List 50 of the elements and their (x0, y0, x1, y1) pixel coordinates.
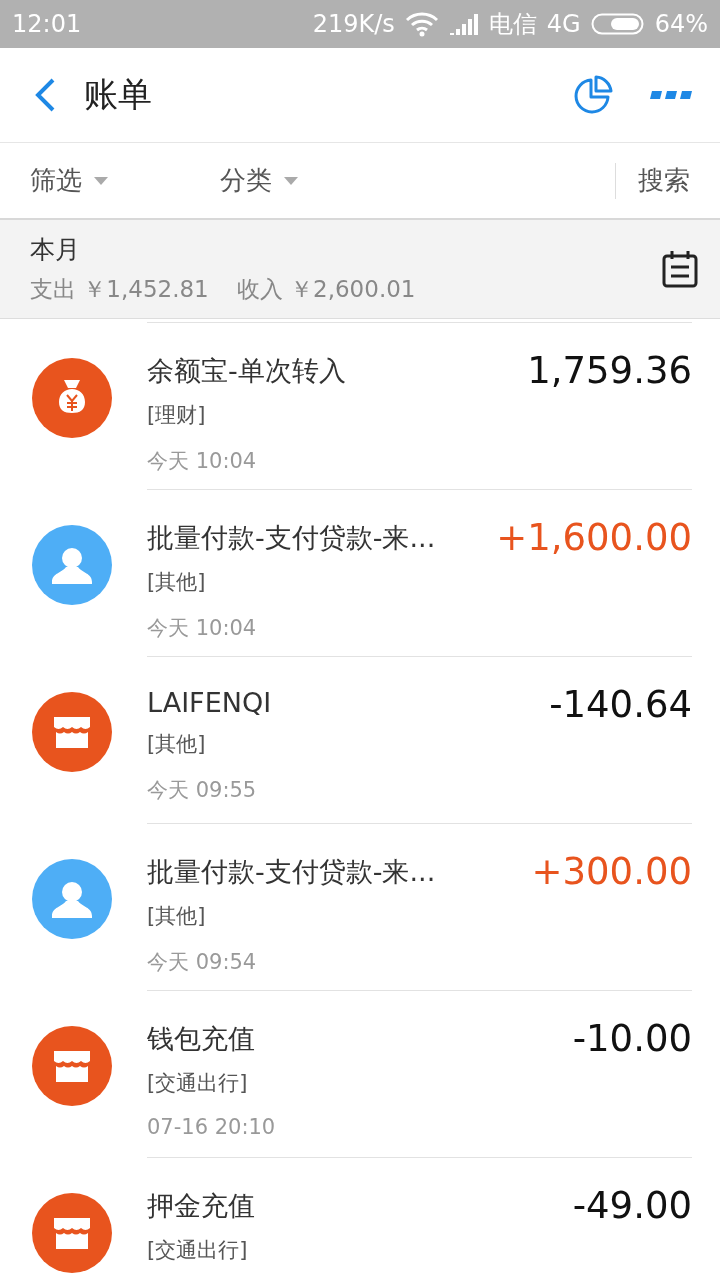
transaction-time: 今天 09:55 (147, 777, 258, 804)
transaction-title[interactable]: 余额宝-单次转入 (147, 353, 528, 389)
expense-total: 支出 ￥1,452.81 (30, 275, 209, 304)
transaction-amount: -49.00 (572, 1183, 692, 1229)
transaction-category: [其他] (147, 731, 207, 758)
period-label: 本月 (30, 234, 81, 266)
transaction-time: 今天 09:54 (147, 949, 258, 976)
transaction-amount: +1,600.00 (496, 515, 692, 561)
income-total: 收入 ￥2,600.01 (236, 275, 416, 304)
more-icon[interactable] (650, 90, 692, 100)
transaction-title[interactable]: 批量付款-支付贷款-来... (147, 520, 497, 556)
caret-icon (94, 176, 108, 185)
transaction-title[interactable]: LAIFENQI (147, 687, 550, 718)
filter-dropdown[interactable]: 筛选 (30, 163, 190, 198)
transaction-category: [交通出行] (147, 1070, 249, 1097)
signal-icon (448, 13, 479, 35)
transaction-time: 07-16 20:10 (147, 1115, 277, 1139)
transaction-title[interactable]: 钱包充值 (147, 1021, 573, 1057)
store-icon (32, 1193, 112, 1273)
battery-icon (590, 12, 645, 36)
transaction-category: [交通出行] (147, 1237, 249, 1264)
transaction-category: [理财] (147, 402, 207, 429)
transaction-amount: +300.00 (531, 849, 692, 895)
transaction-amount: 1,759.36 (527, 348, 692, 394)
transaction-title[interactable]: 押金充值 (147, 1188, 573, 1224)
person-icon (32, 859, 112, 939)
transaction-time: 今天 10:04 (147, 615, 258, 642)
wifi-icon (404, 11, 439, 37)
search-button[interactable]: 搜索 (615, 162, 720, 199)
battery-level: 64% (654, 10, 708, 38)
page-title: 账单 (84, 73, 153, 116)
filter-dropdown[interactable]: 分类 (220, 163, 380, 198)
person-icon (32, 525, 112, 605)
transaction-category: [其他] (147, 569, 207, 596)
back-icon[interactable] (34, 78, 56, 112)
clock: 12:01 (12, 10, 82, 38)
caret-icon (284, 176, 298, 185)
transaction-category: [其他] (147, 903, 207, 930)
network-speed: 219K/s (312, 10, 395, 38)
store-icon (32, 692, 112, 772)
money-bag-icon (32, 358, 112, 438)
store-icon (32, 1026, 112, 1106)
carrier: 电信 (488, 9, 537, 40)
network-type: 4G (546, 10, 581, 38)
transaction-title[interactable]: 批量付款-支付贷款-来... (147, 854, 532, 890)
calendar-icon[interactable] (662, 250, 698, 288)
transaction-amount: -140.64 (549, 682, 692, 728)
transaction-time: 今天 10:04 (147, 448, 258, 475)
transaction-amount: -10.00 (572, 1016, 692, 1062)
pie-chart-icon[interactable] (574, 75, 614, 115)
